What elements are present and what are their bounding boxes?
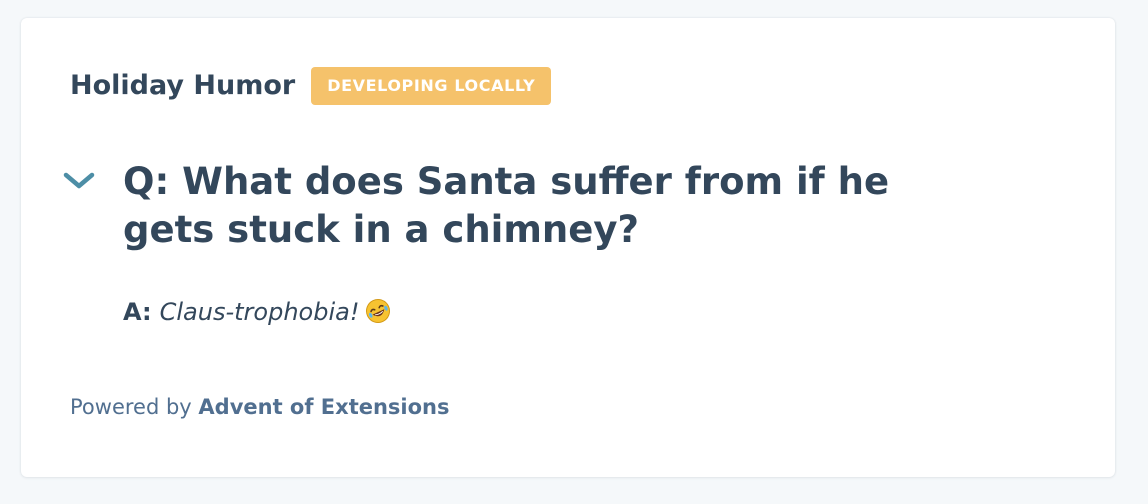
powered-by-footer: Powered by Advent of Extensions (70, 392, 450, 422)
answer-text: Claus-trophobia! (159, 298, 360, 326)
answer-label: A: (123, 298, 152, 326)
extension-card: Holiday Humor DEVELOPING LOCALLY Q: What… (21, 18, 1115, 477)
status-badge: DEVELOPING LOCALLY (311, 67, 552, 105)
chevron-down-icon (63, 172, 95, 189)
expand-toggle-button[interactable] (61, 163, 97, 199)
rolling-on-the-floor-laughing-emoji-icon (366, 299, 391, 323)
card-header: Holiday Humor DEVELOPING LOCALLY (70, 66, 552, 106)
faq-answer: A: Claus-trophobia! (123, 296, 391, 328)
faq-question: Q: What does Santa suffer from if he get… (123, 160, 890, 251)
advent-of-extensions-link[interactable]: Advent of Extensions (198, 395, 449, 419)
footer-prefix: Powered by (70, 395, 192, 419)
card-title: Holiday Humor (70, 70, 296, 101)
